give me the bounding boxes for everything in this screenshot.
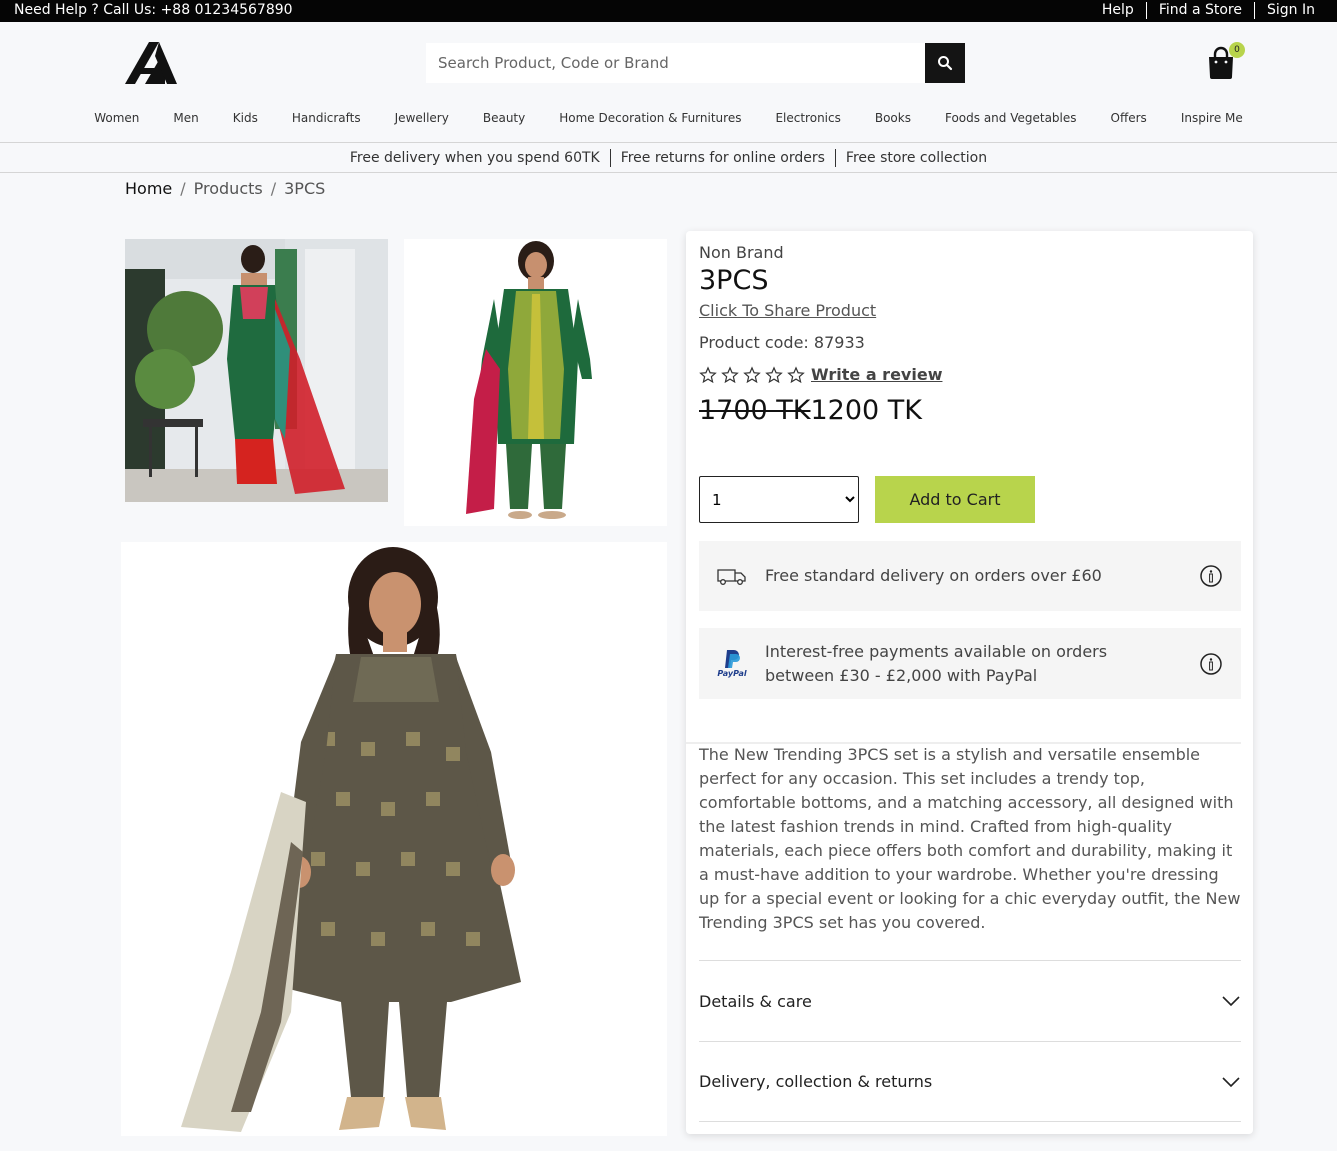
accordion-details-care[interactable]: Details & care (699, 960, 1241, 1041)
breadcrumb-separator: / (270, 179, 277, 198)
rating-stars: Write a review (699, 365, 942, 384)
nav-item-kids[interactable]: Kids (216, 111, 275, 125)
nav-item-beauty[interactable]: Beauty (466, 111, 542, 125)
star-icon[interactable] (721, 365, 739, 384)
product-code: Product code: 87933 (699, 333, 865, 352)
nav-item-home-decoration[interactable]: Home Decoration & Furnitures (542, 111, 758, 125)
share-product-link[interactable]: Click To Share Product (699, 301, 876, 320)
nav-item-women[interactable]: Women (77, 111, 156, 125)
paypal-info-box: PayPal Interest-free payments available … (699, 628, 1241, 699)
top-links: Help Find a Store Sign In (1090, 2, 1327, 19)
nav-item-jewellery[interactable]: Jewellery (378, 111, 466, 125)
chevron-down-icon (1222, 996, 1240, 1007)
product-info-panel: Non Brand 3PCS Click To Share Product Pr… (686, 231, 1253, 1134)
old-price: 1700 TK (699, 395, 811, 426)
breadcrumb-separator: / (180, 179, 186, 198)
site-header: 0 Women Men Kids Handicrafts Jewellery B… (0, 22, 1337, 143)
accordion-delivery-returns[interactable]: Delivery, collection & returns (699, 1041, 1241, 1122)
product-title: 3PCS (699, 265, 769, 296)
add-to-cart-button[interactable]: Add to Cart (875, 476, 1035, 523)
nav-item-electronics[interactable]: Electronics (758, 111, 857, 125)
delivery-info-text: Free standard delivery on orders over £6… (765, 566, 1102, 585)
breadcrumb-products[interactable]: Products (194, 179, 263, 198)
star-icon[interactable] (699, 365, 717, 384)
nav-item-books[interactable]: Books (858, 111, 928, 125)
promo-store-collection: Free store collection (834, 148, 997, 167)
star-icon[interactable] (743, 365, 761, 384)
info-icon[interactable] (1199, 652, 1223, 676)
product-image-main[interactable] (121, 542, 667, 1136)
search-button[interactable] (925, 43, 965, 83)
delivery-info-box: Free standard delivery on orders over £6… (699, 541, 1241, 611)
brand-logo-icon[interactable] (125, 42, 177, 84)
product-image-1[interactable] (125, 239, 388, 502)
search-bar (426, 43, 965, 83)
chevron-down-icon (1222, 1076, 1240, 1087)
nav-item-foods[interactable]: Foods and Vegetables (928, 111, 1094, 125)
paypal-logo-text: PayPal (717, 669, 747, 678)
product-image-2[interactable] (404, 239, 667, 526)
new-price: 1200 TK (810, 395, 923, 426)
star-icon[interactable] (765, 365, 783, 384)
sign-in-link[interactable]: Sign In (1254, 2, 1327, 19)
promo-free-delivery: Free delivery when you spend 60TK (349, 149, 600, 166)
paypal-info-text: Interest-free payments available on orde… (765, 641, 1108, 685)
help-link[interactable]: Help (1090, 2, 1146, 19)
search-input[interactable] (426, 43, 925, 83)
nav-item-men[interactable]: Men (156, 111, 215, 125)
quantity-select[interactable]: 1 (699, 476, 859, 523)
accordion-label: Delivery, collection & returns (699, 1072, 933, 1091)
star-icon[interactable] (787, 365, 805, 384)
nav-item-handicrafts[interactable]: Handicrafts (275, 111, 378, 125)
main-nav: Women Men Kids Handicrafts Jewellery Bea… (0, 111, 1337, 125)
breadcrumb: Home / Products / 3PCS (125, 179, 325, 198)
product-brand: Non Brand (699, 243, 784, 262)
write-review-link[interactable]: Write a review (811, 365, 942, 384)
product-description: The New Trending 3PCS set is a stylish a… (699, 745, 1241, 932)
nav-item-offers[interactable]: Offers (1094, 111, 1164, 125)
promo-free-returns: Free returns for online orders (609, 148, 835, 167)
breadcrumb-current: 3PCS (284, 179, 326, 198)
cart-button[interactable]: 0 (1206, 42, 1245, 80)
search-icon (938, 56, 953, 71)
breadcrumb-home[interactable]: Home (125, 179, 172, 198)
price: 1700 TK1200 TK (699, 395, 922, 426)
top-bar: Need Help ? Call Us: +88 01234567890 Hel… (0, 0, 1337, 22)
help-phone-text: Need Help ? Call Us: +88 01234567890 (14, 2, 293, 18)
promo-strip: Free delivery when you spend 60TK Free r… (0, 143, 1337, 173)
info-icon[interactable] (1199, 564, 1223, 588)
paypal-icon (725, 650, 740, 668)
nav-item-inspire-me[interactable]: Inspire Me (1164, 111, 1260, 125)
cart-count-badge: 0 (1229, 42, 1245, 58)
delivery-truck-icon (717, 569, 746, 585)
find-store-link[interactable]: Find a Store (1145, 2, 1254, 19)
accordion-label: Details & care (699, 991, 812, 1011)
